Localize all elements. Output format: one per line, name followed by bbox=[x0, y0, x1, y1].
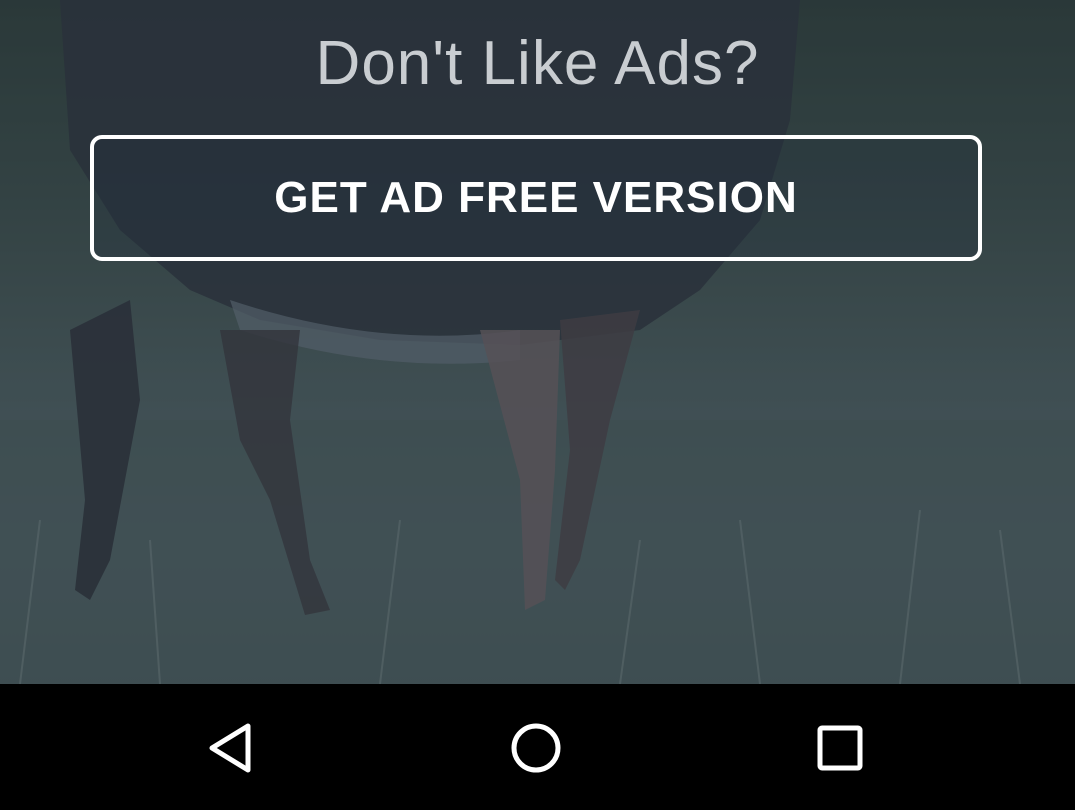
recents-icon bbox=[817, 725, 863, 771]
ad-free-promo-screen: Don't Like Ads? GET AD FREE VERSION bbox=[0, 0, 1075, 810]
dim-overlay bbox=[0, 0, 1075, 684]
nav-home-button[interactable] bbox=[506, 718, 566, 778]
nav-back-button[interactable] bbox=[202, 718, 262, 778]
home-icon bbox=[511, 723, 561, 773]
get-ad-free-button[interactable]: GET AD FREE VERSION bbox=[90, 135, 982, 261]
nav-recents-button[interactable] bbox=[810, 718, 870, 778]
system-navigation-bar bbox=[0, 684, 1075, 810]
back-icon bbox=[209, 723, 251, 773]
promo-headline: Don't Like Ads? bbox=[315, 29, 760, 98]
get-ad-free-button-label: GET AD FREE VERSION bbox=[274, 173, 798, 222]
background-photo-deer bbox=[0, 0, 1075, 684]
